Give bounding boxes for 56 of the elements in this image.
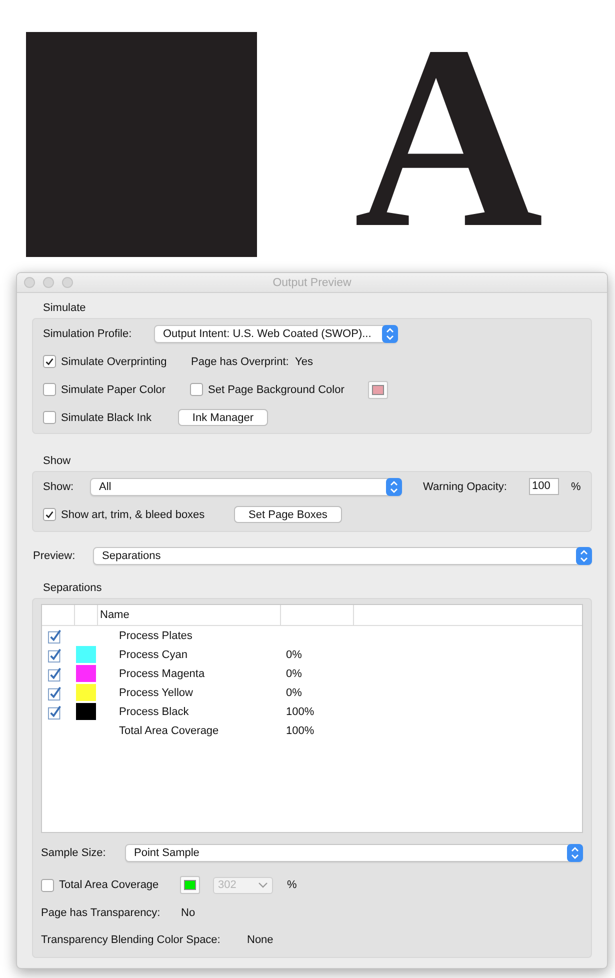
field-label: Simulation Profile: <box>43 328 133 340</box>
separation-name: Process Yellow <box>119 686 193 698</box>
group-label: Show <box>43 455 71 467</box>
separation-name: Process Cyan <box>119 648 188 660</box>
group-label: Separations <box>43 582 102 594</box>
paper-color-checkbox[interactable]: Simulate Paper Color <box>43 383 190 396</box>
field-label: Preview: <box>33 550 76 562</box>
coverage-value: 100% <box>286 706 314 718</box>
coverage-value: 0% <box>286 686 302 698</box>
blending-value: None <box>247 934 274 946</box>
color-well[interactable] <box>180 876 200 894</box>
percent-label: % <box>287 879 297 892</box>
overprint-value: Yes <box>295 356 313 368</box>
page-boxes-checkbox[interactable]: Show art, trim, & bleed boxes <box>43 508 234 521</box>
separation-name: Process Black <box>119 706 189 718</box>
preview-select[interactable]: Separations <box>93 546 592 564</box>
field-label: Transparency Blending Color Space: <box>41 934 222 946</box>
profile-select[interactable]: Output Intent: U.S. Web Coated (SWOP)... <box>154 324 398 342</box>
opacity-input[interactable]: 100 <box>529 478 559 495</box>
field-label: Warning Opacity: <box>423 480 508 492</box>
simulate-ink-checkbox[interactable]: Simulate Black Ink <box>43 411 178 424</box>
set-page-boxes-button[interactable]: Set Page Boxes <box>234 506 342 523</box>
transparency-value: No <box>181 906 196 918</box>
page-background-checkbox[interactable]: Set Page Background Color <box>190 383 368 396</box>
sample-size-select[interactable]: Point Sample <box>125 844 583 862</box>
caret-icon <box>258 882 268 888</box>
group-label: Simulate <box>43 302 86 314</box>
coverage-value: 0% <box>286 648 302 660</box>
show-select[interactable]: All <box>90 478 402 496</box>
color-well[interactable] <box>368 380 388 398</box>
stepper-icon <box>576 546 592 564</box>
stepper-icon <box>386 478 402 496</box>
stepper-icon <box>567 844 583 862</box>
checkmark-icon <box>44 509 55 520</box>
stepper-icon <box>382 324 398 342</box>
percent-label: % <box>571 480 581 492</box>
field-label: Page has Overprint: <box>191 356 290 368</box>
checkbox[interactable] <box>48 666 63 682</box>
separation-name: Process Plates <box>119 630 192 642</box>
field-label: Sample Size: <box>41 846 107 859</box>
overprint-checkbox[interactable]: Simulate Overprinting <box>43 355 191 368</box>
field-label: Show: <box>43 480 75 492</box>
separation-name: Total Area Coverage <box>119 724 219 736</box>
checkmark-icon <box>44 356 55 367</box>
checkbox[interactable] <box>48 704 63 720</box>
column-header[interactable]: Name <box>98 605 281 625</box>
separation-name: Process Magenta <box>119 668 205 680</box>
field-label: Page has Transparency: <box>41 906 162 918</box>
checkbox[interactable] <box>48 628 63 644</box>
document-letter: A <box>354 6 544 268</box>
checkbox[interactable] <box>48 646 63 662</box>
coverage-value: 0% <box>286 668 302 680</box>
checkbox[interactable] <box>48 684 63 700</box>
coverage-value: 100% <box>286 724 314 736</box>
window-title: Output Preview <box>272 276 352 288</box>
ink-manager-button[interactable]: Ink Manager <box>178 409 268 426</box>
